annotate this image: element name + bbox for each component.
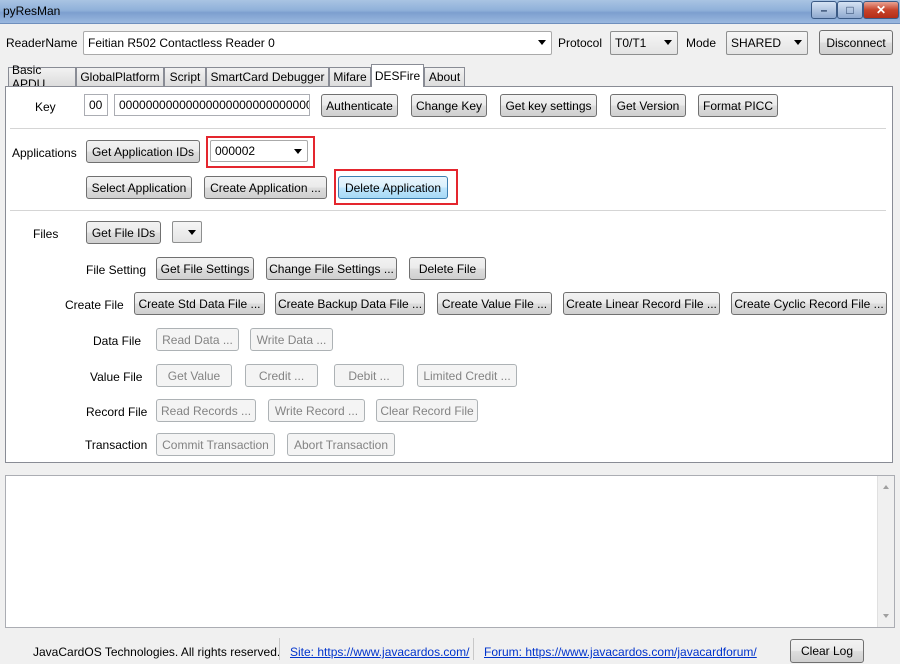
credit-button[interactable]: Credit ... [245, 364, 318, 387]
copyright-text: JavaCardOS Technologies. All rights rese… [33, 645, 281, 659]
chevron-down-icon [188, 230, 196, 235]
create-value-file-button[interactable]: Create Value File ... [437, 292, 552, 315]
clear-record-file-button[interactable]: Clear Record File [376, 399, 478, 422]
key-label: Key [35, 100, 56, 114]
change-file-settings-button[interactable]: Change File Settings ... [266, 257, 397, 280]
create-application-button[interactable]: Create Application ... [204, 176, 327, 199]
site-link[interactable]: Site: https://www.javacardos.com/ [290, 645, 469, 659]
divider [10, 128, 886, 129]
file-setting-label: File Setting [86, 263, 147, 277]
select-application-button[interactable]: Select Application [86, 176, 192, 199]
limited-credit-button[interactable]: Limited Credit ... [417, 364, 517, 387]
read-data-button[interactable]: Read Data ... [156, 328, 239, 351]
write-data-button[interactable]: Write Data ... [250, 328, 333, 351]
clear-log-button[interactable]: Clear Log [790, 639, 864, 663]
tab-globalplatform[interactable]: GlobalPlatform [76, 67, 164, 86]
scroll-up-icon[interactable] [883, 485, 889, 489]
tab-about[interactable]: About [424, 67, 465, 86]
chevron-down-icon [664, 40, 672, 45]
window-title: pyResMan [3, 4, 61, 18]
reader-value: Feitian R502 Contactless Reader 0 [88, 36, 275, 50]
delete-application-button[interactable]: Delete Application [338, 176, 448, 199]
protocol-label: Protocol [558, 36, 603, 50]
value-file-label: Value File [90, 370, 143, 384]
chevron-down-icon [538, 40, 546, 45]
maximize-icon[interactable]: □ [837, 1, 863, 19]
divider [279, 638, 280, 660]
divider [10, 210, 886, 211]
tab-basic-apdu[interactable]: Basic APDU [8, 63, 76, 91]
commit-transaction-button[interactable]: Commit Transaction [156, 433, 275, 456]
create-backup-data-file-button[interactable]: Create Backup Data File ... [275, 292, 425, 315]
close-icon[interactable]: ✕ [863, 1, 899, 19]
chevron-down-icon [294, 149, 302, 154]
get-application-ids-button[interactable]: Get Application IDs [86, 140, 200, 163]
debit-button[interactable]: Debit ... [334, 364, 404, 387]
write-record-button[interactable]: Write Record ... [268, 399, 365, 422]
disconnect-button[interactable]: Disconnect [819, 30, 893, 55]
tab-smartcard-debugger[interactable]: SmartCard Debugger [206, 67, 329, 86]
applications-label: Applications [12, 146, 77, 160]
chevron-down-icon [794, 40, 802, 45]
mode-value: SHARED [731, 36, 782, 50]
tab-script[interactable]: Script [164, 67, 206, 86]
reader-select[interactable]: Feitian R502 Contactless Reader 0 [83, 31, 552, 55]
get-value-button[interactable]: Get Value [156, 364, 232, 387]
divider [473, 638, 474, 660]
tab-desfire[interactable]: DESFire [371, 64, 424, 87]
reader-label: ReaderName [6, 36, 78, 50]
tab-mifare[interactable]: Mifare [329, 67, 371, 86]
get-version-button[interactable]: Get Version [610, 94, 686, 117]
get-key-settings-button[interactable]: Get key settings [500, 94, 597, 117]
protocol-select[interactable]: T0/T1 [610, 31, 678, 55]
record-file-label: Record File [86, 405, 148, 419]
file-id-select[interactable] [172, 221, 202, 243]
read-records-button[interactable]: Read Records ... [156, 399, 256, 422]
format-picc-button[interactable]: Format PICC [698, 94, 778, 117]
application-id-value: 000002 [215, 144, 256, 158]
authenticate-button[interactable]: Authenticate [321, 94, 398, 117]
mode-select[interactable]: SHARED [726, 31, 808, 55]
application-id-select[interactable]: 000002 [210, 140, 308, 162]
files-label: Files [33, 227, 59, 241]
create-linear-record-file-button[interactable]: Create Linear Record File ... [563, 292, 720, 315]
delete-file-button[interactable]: Delete File [409, 257, 486, 280]
create-std-data-file-button[interactable]: Create Std Data File ... [134, 292, 265, 315]
abort-transaction-button[interactable]: Abort Transaction [287, 433, 395, 456]
minimize-icon[interactable]: – [811, 1, 837, 19]
create-file-label: Create File [65, 298, 124, 312]
protocol-value: T0/T1 [615, 36, 647, 50]
log-textarea[interactable] [5, 475, 895, 628]
log-scrollbar[interactable] [877, 476, 894, 627]
title-bar: pyResMan – □ ✕ [0, 0, 900, 24]
forum-link[interactable]: Forum: https://www.javacardos.com/javaca… [484, 645, 757, 659]
key-number-input[interactable]: 00 [84, 94, 108, 116]
data-file-label: Data File [93, 334, 142, 348]
transaction-label: Transaction [85, 438, 148, 452]
key-value-input[interactable]: 000000000000000000000000000000000 [114, 94, 310, 116]
mode-label: Mode [686, 36, 717, 50]
get-file-settings-button[interactable]: Get File Settings [156, 257, 254, 280]
get-file-ids-button[interactable]: Get File IDs [86, 221, 161, 244]
scroll-down-icon[interactable] [883, 614, 889, 618]
create-cyclic-record-file-button[interactable]: Create Cyclic Record File ... [731, 292, 887, 315]
change-key-button[interactable]: Change Key [411, 94, 487, 117]
